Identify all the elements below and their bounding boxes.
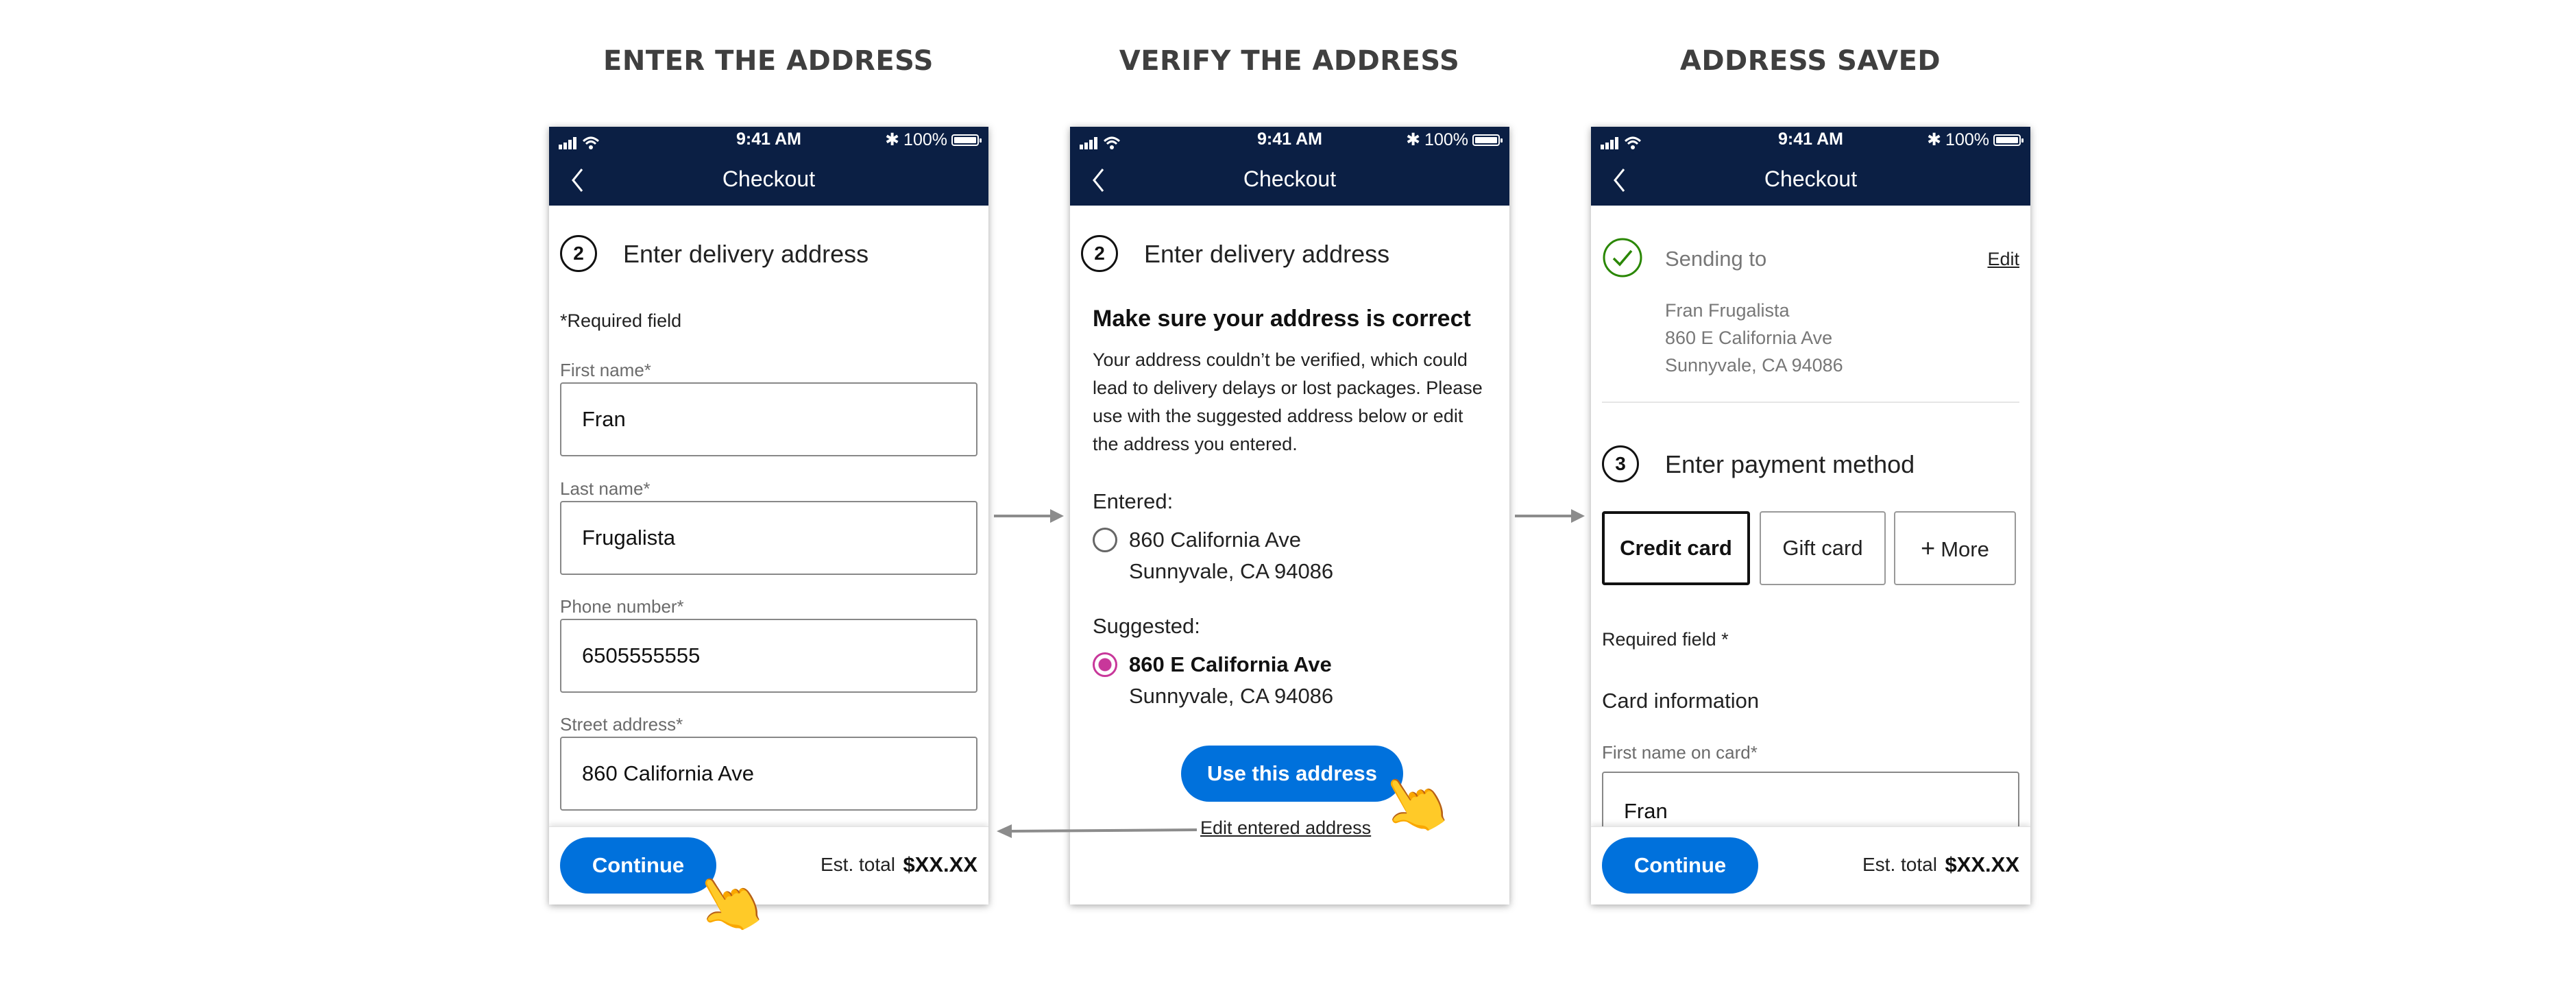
street-label: Street address* [560, 714, 683, 735]
suggested-label: Suggested: [1093, 614, 1200, 638]
step-number: 2 [560, 235, 597, 272]
address-name: Fran Frugalista [1665, 300, 1790, 321]
verify-body-line: Your address couldn’t be verified, which… [1093, 349, 1468, 370]
edit-address-link[interactable]: Edit [1987, 249, 2019, 270]
flow-arrow-right [1515, 509, 1585, 523]
entered-line2: Sunnyvale, CA 94086 [1129, 559, 1334, 583]
phone-field[interactable]: 6505555555 [560, 619, 977, 693]
divider [1602, 402, 2019, 403]
payment-more[interactable]: + More [1894, 511, 2016, 585]
step-title: Enter delivery address [1144, 240, 1390, 268]
heading-verify-address: VERIFY THE ADDRESS [1119, 45, 1460, 77]
status-right: ✱ 100% [885, 130, 982, 150]
battery-percent: 100% [1424, 130, 1468, 149]
payment-options: Credit card Gift card + More [1602, 511, 2019, 585]
battery-icon [1993, 134, 2024, 146]
verify-body-line: lead to delivery delays or lost packages… [1093, 378, 1483, 398]
continue-button[interactable]: Continue [1602, 837, 1758, 894]
required-note: Required field * [1602, 629, 1729, 650]
payment-gift-card[interactable]: Gift card [1760, 511, 1886, 585]
status-right: ✱ 100% [1406, 130, 1503, 150]
verify-title: Make sure your address is correct [1093, 306, 1471, 332]
top-bar: 9:41 AM ✱ 100% Checkout [1591, 127, 2030, 206]
first-name-label: First name* [560, 360, 651, 380]
est-total-label: Est. total [821, 854, 895, 875]
phone-address-saved: 9:41 AM ✱ 100% Checkout Sending to Edit … [1591, 127, 2030, 905]
screen-title: Checkout [722, 167, 816, 191]
suggested-line1: 860 E California Ave [1129, 652, 1332, 676]
phone-label: Phone number* [560, 596, 684, 617]
status-right: ✱ 100% [1927, 130, 2024, 150]
edit-entered-address-link[interactable]: Edit entered address [1200, 817, 1371, 839]
est-total-value: $XX.XX [1945, 852, 2019, 876]
required-note: *Required field [560, 310, 682, 331]
last-name-label: Last name* [560, 478, 651, 499]
checkout-footer: Continue Est. total $XX.XX [1591, 826, 2030, 905]
heading-enter-address: ENTER THE ADDRESS [603, 45, 934, 77]
flow-arrow-back [997, 824, 1198, 838]
bluetooth-icon: ✱ [1927, 130, 1942, 149]
verify-body-line: use with the suggested address below or … [1093, 406, 1463, 426]
first-name-field[interactable]: Fran [560, 382, 977, 456]
step-number: 2 [1081, 235, 1118, 272]
step-title: Enter delivery address [623, 240, 869, 268]
flow-arrow-right [994, 509, 1064, 523]
step-number: 3 [1602, 445, 1639, 482]
last-name-field[interactable]: Frugalista [560, 501, 977, 575]
suggested-line2: Sunnyvale, CA 94086 [1129, 684, 1334, 708]
top-bar: 9:41 AM ✱ 100% Checkout [1070, 127, 1509, 206]
battery-percent: 100% [903, 130, 947, 149]
address-city: Sunnyvale, CA 94086 [1665, 355, 1843, 376]
sending-to-label: Sending to [1665, 247, 1767, 271]
checkout-footer: Continue Est. total $XX.XX [549, 826, 988, 905]
first-name-on-card-label: First name on card* [1602, 742, 1758, 763]
top-bar: 9:41 AM ✱ 100% Checkout [549, 127, 988, 206]
step-title: Enter payment method [1665, 450, 1915, 478]
battery-icon [951, 134, 982, 146]
bluetooth-icon: ✱ [885, 130, 900, 149]
battery-percent: 100% [1945, 130, 1989, 149]
radio-suggested[interactable] [1093, 652, 1117, 677]
est-total-label: Est. total [1862, 854, 1937, 875]
screen-title: Checkout [1764, 167, 1858, 191]
check-circle-icon [1603, 238, 1642, 278]
address-street: 860 E California Ave [1665, 328, 1833, 348]
plus-icon: + [1921, 534, 1936, 562]
card-info-title: Card information [1602, 689, 1760, 713]
entered-line1: 860 California Ave [1129, 528, 1302, 552]
phone-enter-address: 9:41 AM ✱ 100% Checkout 2 Enter delivery… [549, 127, 988, 905]
verify-body-line: the address you entered. [1093, 434, 1298, 454]
entered-label: Entered: [1093, 489, 1174, 513]
payment-credit-card[interactable]: Credit card [1602, 511, 1750, 585]
screen-title: Checkout [1243, 167, 1337, 191]
street-field[interactable]: 860 California Ave [560, 737, 977, 811]
battery-icon [1472, 134, 1503, 146]
radio-entered[interactable] [1093, 528, 1117, 552]
bluetooth-icon: ✱ [1406, 130, 1421, 149]
heading-address-saved: ADDRESS SAVED [1679, 45, 1941, 77]
est-total-value: $XX.XX [903, 852, 977, 876]
more-label: More [1941, 537, 1989, 561]
